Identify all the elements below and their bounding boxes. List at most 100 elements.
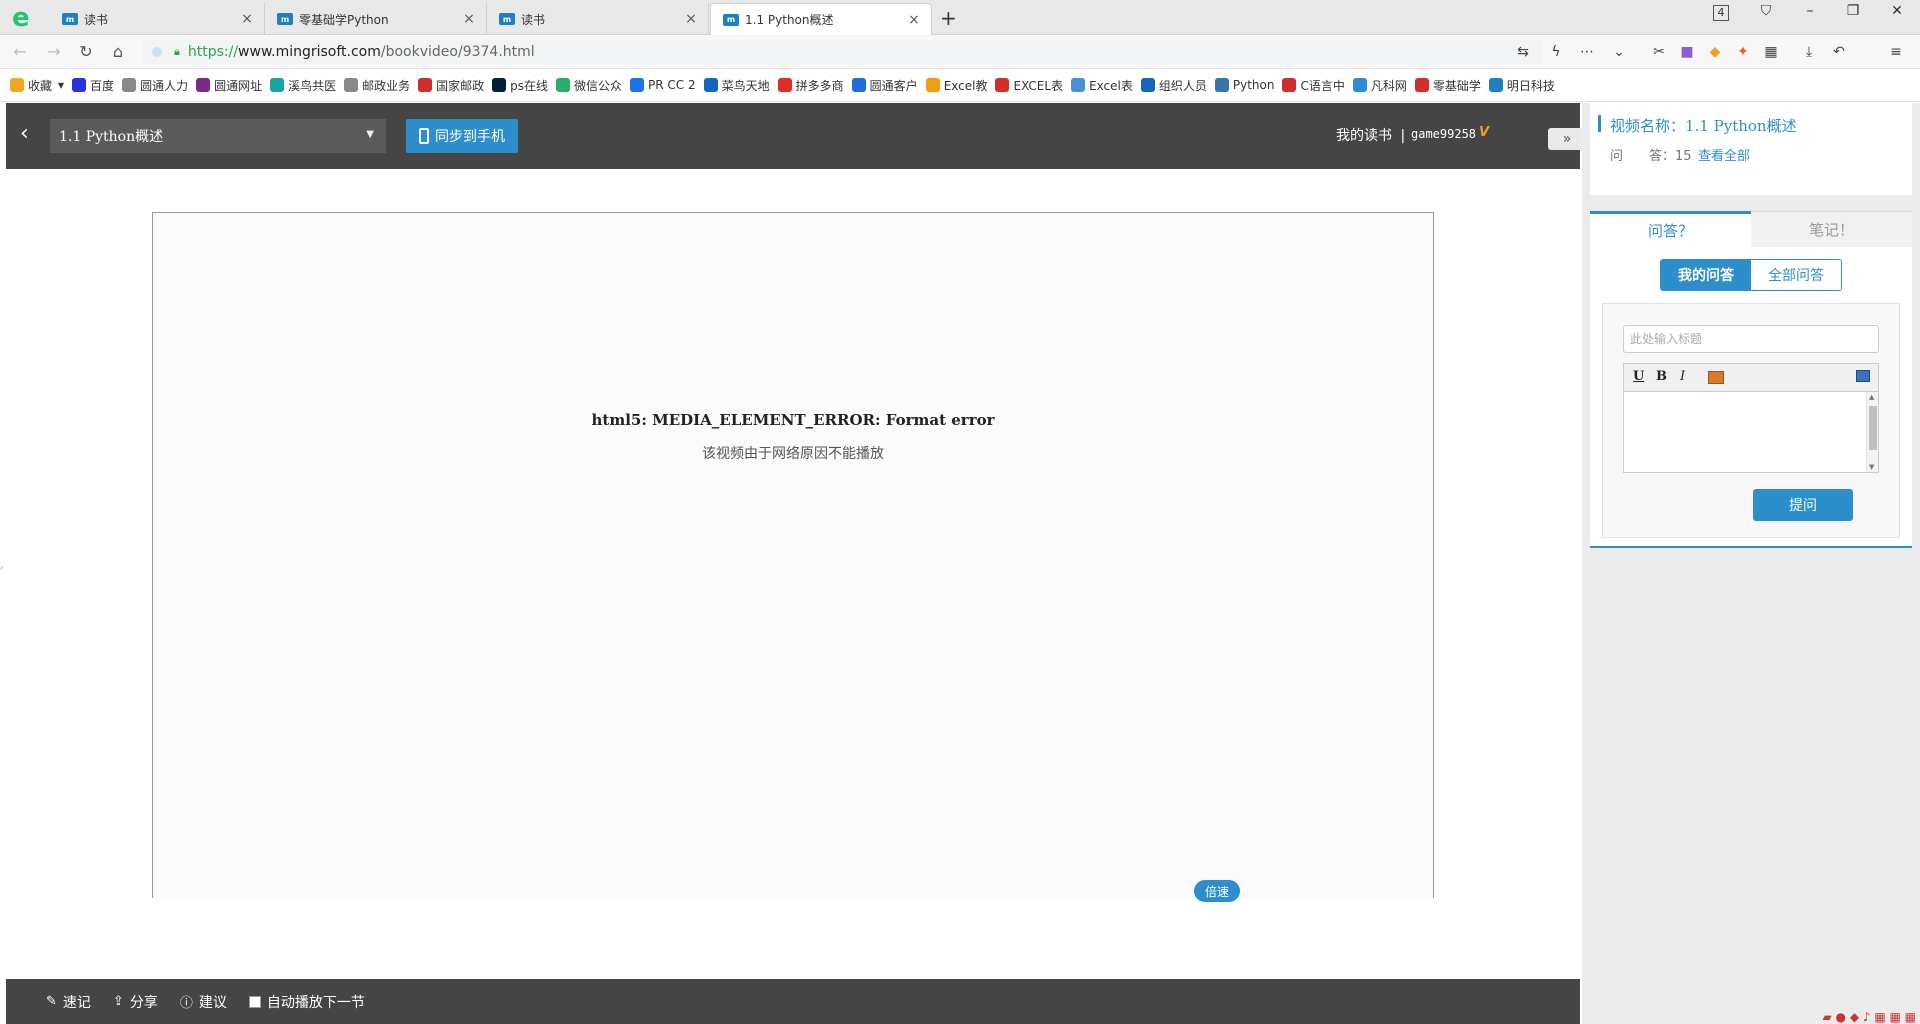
bookmark-item[interactable]: 收藏 ▾ — [10, 77, 64, 94]
tab-3[interactable]: m 读书 × — [487, 3, 709, 35]
bookmark-item[interactable]: 圆通客户 — [851, 77, 918, 94]
ask-button[interactable]: 提问 — [1753, 489, 1853, 521]
back-icon[interactable]: ← — [10, 42, 30, 61]
source-view-icon[interactable] — [1856, 370, 1870, 382]
download-icon[interactable]: ⤓ — [1800, 43, 1818, 61]
bookmark-item[interactable]: PR CC 2 — [630, 78, 696, 92]
my-questions-button[interactable]: 我的问答 — [1661, 260, 1751, 290]
close-icon[interactable]: × — [907, 12, 921, 28]
bookmark-item[interactable]: Excel表 — [1071, 77, 1133, 94]
scroll-thumb[interactable] — [1869, 406, 1877, 450]
editor-body[interactable]: ▲ ▼ — [1624, 392, 1878, 472]
bookmark-item[interactable]: 百度 — [72, 77, 114, 94]
bookmark-item[interactable]: 溪鸟共医 — [270, 77, 336, 94]
tab-1[interactable]: m 读书 × — [50, 3, 265, 35]
autoplay-checkbox[interactable] — [248, 995, 261, 1008]
bookmark-label: 凡科网 — [1370, 78, 1407, 93]
bookmark-label: Python — [1232, 78, 1275, 92]
bookmark-item[interactable]: 拼多多商 — [777, 77, 844, 94]
bookmark-item[interactable]: ps在线 — [492, 77, 548, 94]
bookmark-item[interactable]: 圆通网址 — [196, 77, 262, 94]
bookmark-favicon-icon — [344, 78, 359, 92]
more-icon[interactable]: ⋯ — [1578, 43, 1596, 61]
bookmark-item[interactable]: 明日科技 — [1488, 77, 1555, 94]
video-player[interactable]: html5: MEDIA_ELEMENT_ERROR: Format error… — [152, 212, 1434, 902]
new-tab-button[interactable]: + — [940, 6, 957, 30]
back-chevron-icon[interactable]: ‹ — [20, 121, 29, 146]
bookmark-label: 零基础学 — [1432, 78, 1481, 93]
shield-icon — [152, 47, 162, 57]
bookmark-label: 百度 — [90, 78, 115, 93]
all-questions-button[interactable]: 全部问答 — [1751, 260, 1841, 290]
my-reading-link[interactable]: 我的读书 | — [1336, 125, 1409, 145]
tab-qa[interactable]: 问答？ — [1590, 211, 1751, 247]
chevron-down-icon[interactable]: ⌄ — [1610, 43, 1628, 61]
close-icon[interactable]: × — [684, 11, 698, 27]
tab-title: 零基础学Python — [299, 12, 389, 27]
bookmark-label: Excel教 — [943, 78, 988, 93]
close-icon[interactable]: × — [462, 11, 476, 27]
lightning-icon[interactable]: ϟ — [1547, 43, 1565, 61]
translate-icon[interactable]: ⇆ — [1514, 43, 1532, 61]
scroll-down-icon[interactable]: ▼ — [1869, 463, 1874, 471]
suggest-button[interactable]: ⓘ 建议 — [180, 992, 227, 1012]
url-host: www.mingrisoft.com — [238, 44, 381, 60]
game-icon[interactable]: ✦ — [1734, 43, 1752, 61]
chapter-select[interactable]: 1.1 Python概述 ▼ — [50, 119, 386, 153]
tab-2[interactable]: m 零基础学Python × — [265, 3, 487, 35]
bookmark-item[interactable]: Python — [1214, 78, 1275, 92]
restore-icon[interactable]: ❐ — [1843, 3, 1863, 19]
sync-to-phone-button[interactable]: 同步到手机 — [406, 119, 518, 153]
bookmark-item[interactable]: 邮政业务 — [344, 77, 410, 94]
bookmark-label: 组织人员 — [1158, 78, 1207, 93]
extension-shield-icon[interactable]: ◆ — [1706, 43, 1724, 61]
bookmark-label: 明日科技 — [1506, 78, 1555, 93]
editor-scrollbar[interactable]: ▲ ▼ — [1866, 392, 1878, 472]
bookmark-item[interactable]: EXCEL表 — [995, 77, 1063, 94]
extension-purple-icon[interactable]: ■ — [1678, 43, 1696, 61]
bookmark-item[interactable]: C语言中 — [1282, 77, 1345, 94]
rich-text-editor[interactable]: U B I ▲ ▼ — [1623, 363, 1879, 473]
share-button[interactable]: ⇪ 分享 — [113, 992, 158, 1012]
bookmark-item[interactable]: 凡科网 — [1352, 77, 1407, 94]
autoplay-toggle[interactable]: 自动播放下一节 — [248, 992, 365, 1012]
bookmark-item[interactable]: 零基础学 — [1414, 77, 1481, 94]
bookmark-item[interactable]: 国家邮政 — [418, 77, 484, 94]
tab-notes[interactable]: 笔记！ — [1751, 211, 1912, 247]
bold-icon[interactable]: B — [1656, 369, 1667, 384]
undo-icon[interactable]: ↶ — [1830, 43, 1848, 61]
bookmark-item[interactable]: Excel教 — [925, 77, 988, 94]
bookmark-item[interactable]: 菜鸟天地 — [703, 77, 770, 94]
apps-grid-icon[interactable]: ▦ — [1762, 43, 1780, 61]
close-icon[interactable]: × — [240, 11, 254, 27]
home-icon[interactable]: ⌂ — [108, 42, 128, 61]
url-text[interactable]: https://www.mingrisoft.com/bookvideo/937… — [188, 44, 535, 60]
username[interactable]: game99258 — [1411, 127, 1476, 141]
note-button[interactable]: ✎ 速记 — [46, 992, 91, 1012]
forward-icon[interactable]: → — [44, 42, 64, 61]
tab-title: 读书 — [521, 12, 546, 27]
tab-active[interactable]: m 1.1 Python概述 × — [710, 3, 932, 35]
question-title-input[interactable] — [1623, 325, 1879, 353]
collapse-panel-button[interactable]: » — [1548, 128, 1586, 150]
playback-speed-button[interactable]: 倍速 — [1194, 880, 1240, 902]
minimize-icon[interactable]: – — [1800, 3, 1820, 19]
insert-image-icon[interactable] — [1708, 371, 1724, 384]
bookmark-label: 圆通网址 — [214, 78, 263, 93]
bookmark-item[interactable]: 微信公众 — [556, 77, 622, 94]
view-all-link[interactable]: 查看全部 — [1698, 145, 1750, 164]
scissors-icon[interactable]: ✂ — [1650, 43, 1668, 61]
italic-icon[interactable]: I — [1680, 369, 1685, 384]
reload-icon[interactable]: ↻ — [76, 42, 96, 61]
chevron-down-icon[interactable]: ▾ — [58, 78, 64, 92]
underline-icon[interactable]: U — [1633, 369, 1644, 384]
bookmark-item[interactable]: 圆通人力 — [122, 77, 188, 94]
bookmark-item[interactable]: 组织人员 — [1140, 77, 1207, 94]
tab-count-badge[interactable]: 4 — [1713, 5, 1729, 21]
browser-logo-icon[interactable]: e — [10, 4, 36, 30]
scroll-up-icon[interactable]: ▲ — [1869, 393, 1874, 401]
menu-icon[interactable]: ≡ — [1887, 43, 1905, 61]
address-bar[interactable]: 🔒︎ https://www.mingrisoft.com/bookvideo/… — [142, 40, 1542, 64]
close-window-icon[interactable]: ✕ — [1887, 3, 1907, 19]
skin-icon[interactable]: ⛉ — [1756, 3, 1776, 19]
